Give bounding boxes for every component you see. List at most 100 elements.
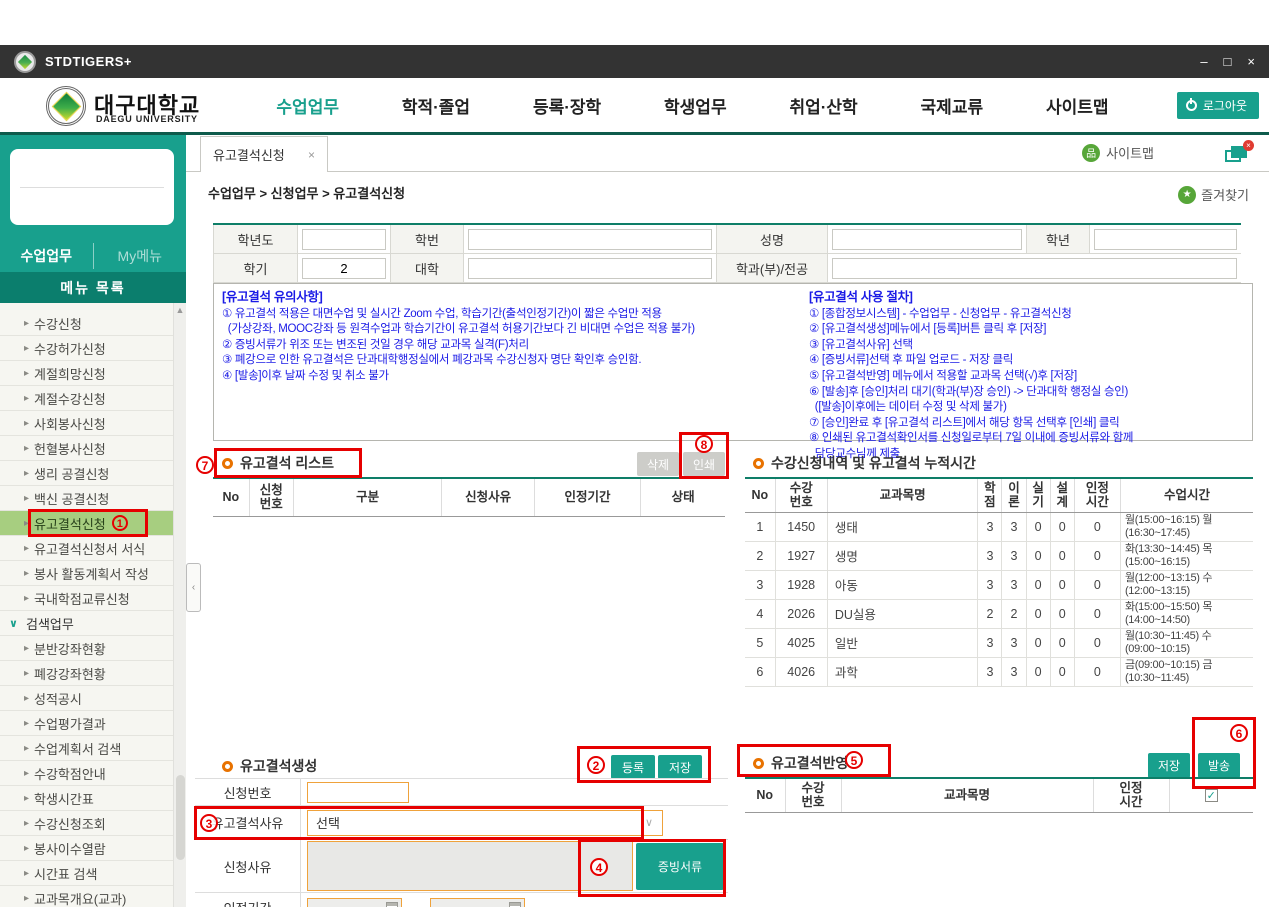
scrollbar-thumb[interactable] bbox=[176, 775, 185, 860]
sidebar-item-헌혈봉사신청[interactable]: ▸헌혈봉사신청 bbox=[0, 436, 186, 461]
name-input[interactable] bbox=[832, 229, 1022, 250]
sidebar-item-수업평가결과[interactable]: ▸수업평가결과 bbox=[0, 711, 186, 736]
sidebar-item-유고결석신청서 서식[interactable]: ▸유고결석신청서 서식 bbox=[0, 536, 186, 561]
table-row[interactable]: 64026과학33000금(09:00~10:15) 금(10:30~11:45… bbox=[745, 657, 1253, 686]
table-row[interactable]: 42026DU실용22000화(15:00~15:50) 목(14:00~14:… bbox=[745, 599, 1253, 628]
attachment-button[interactable]: 증빙서류 bbox=[636, 843, 724, 890]
student-no-input[interactable] bbox=[468, 229, 712, 250]
reason-type-select[interactable]: 선택 ∨ bbox=[307, 810, 663, 836]
tab-absence-application[interactable]: 유고결석신청 × bbox=[200, 136, 328, 172]
sidebar-item-수강허가신청[interactable]: ▸수강허가신청 bbox=[0, 336, 186, 361]
sidebar-item-수업계획서 검색[interactable]: ▸수업계획서 검색 bbox=[0, 736, 186, 761]
triangle-right-icon: ▸ bbox=[24, 768, 29, 779]
scroll-up-arrow[interactable]: ▲ bbox=[174, 305, 186, 315]
absence-list-title: 유고결석 리스트 bbox=[222, 453, 334, 473]
triangle-right-icon: ▸ bbox=[24, 818, 29, 829]
college-input[interactable] bbox=[468, 258, 712, 279]
sidebar-item-유고결석신청[interactable]: ▸유고결석신청1 bbox=[0, 511, 186, 536]
favorite-button[interactable]: ★ 즐겨찾기 bbox=[1178, 185, 1249, 204]
sidebar-item-봉사 활동계획서 작성[interactable]: ▸봉사 활동계획서 작성 bbox=[0, 561, 186, 586]
save-reflection-button[interactable]: 저장 bbox=[1148, 753, 1190, 778]
university-emblem-icon bbox=[46, 86, 86, 126]
cell: 금(09:00~10:15) 금(10:30~11:45) bbox=[1120, 657, 1253, 686]
cell: 0 bbox=[1050, 570, 1074, 599]
period-start-input[interactable] bbox=[307, 898, 402, 907]
maximize-button[interactable]: □ bbox=[1224, 55, 1232, 68]
table-row[interactable]: 21927생명33000화(13:30~14:45) 목(15:00~16:15… bbox=[745, 541, 1253, 570]
annotation-circle-3: 3 bbox=[200, 814, 218, 832]
reason-textarea[interactable] bbox=[307, 841, 633, 891]
sidebar-item-교과목개요(교과)[interactable]: ▸교과목개요(교과) bbox=[0, 886, 186, 907]
sidebar-item-수강학점안내[interactable]: ▸수강학점안내 bbox=[0, 761, 186, 786]
table-row[interactable]: 54025일반33000월(10:30~11:45) 수(09:00~10:15… bbox=[745, 628, 1253, 657]
select-all-checkbox[interactable]: ✓ bbox=[1205, 789, 1218, 802]
register-button[interactable]: 등록 bbox=[611, 755, 655, 779]
sidebar-tab-class-work[interactable]: 수업업무 bbox=[0, 246, 93, 266]
minimize-button[interactable]: – bbox=[1200, 55, 1207, 68]
cell: 0 bbox=[1026, 541, 1050, 570]
annotation-circle-1: 1 bbox=[112, 515, 128, 531]
close-button[interactable]: × bbox=[1247, 55, 1255, 68]
nav-item-국제교류[interactable]: 국제교류 bbox=[921, 93, 984, 118]
send-button[interactable]: 발송 bbox=[1198, 753, 1240, 778]
table-row[interactable]: 11450생태33000월(15:00~16:15) 월(16:30~17:45… bbox=[745, 512, 1253, 541]
sidebar-item-성적공시[interactable]: ▸성적공시 bbox=[0, 686, 186, 711]
print-button[interactable]: 인쇄 bbox=[683, 452, 725, 476]
triangle-right-icon: ▸ bbox=[24, 493, 29, 504]
sidebar-item-봉사이수열람[interactable]: ▸봉사이수열람 bbox=[0, 836, 186, 861]
sidebar-collapse-handle[interactable]: ‹ bbox=[186, 563, 201, 612]
cell: 월(15:00~16:15) 월(16:30~17:45) bbox=[1120, 512, 1253, 541]
sidebar-item-백신 공결신청[interactable]: ▸백신 공결신청 bbox=[0, 486, 186, 511]
save-creation-button[interactable]: 저장 bbox=[658, 755, 702, 779]
cell: 0 bbox=[1050, 657, 1074, 686]
sidebar-item-분반강좌현황[interactable]: ▸분반강좌현황 bbox=[0, 636, 186, 661]
cell: 화(15:00~15:50) 목(14:00~14:50) bbox=[1120, 599, 1253, 628]
sitemap-icon: 品 bbox=[1082, 144, 1100, 162]
cell: 6 bbox=[745, 657, 775, 686]
grade-input[interactable] bbox=[1094, 229, 1237, 250]
tab-label: 유고결석신청 bbox=[213, 145, 285, 164]
sidebar-tab-my-menu[interactable]: My메뉴 bbox=[94, 246, 187, 266]
nav-item-학생업무[interactable]: 학생업무 bbox=[664, 93, 727, 118]
calendar-icon[interactable] bbox=[509, 902, 521, 907]
close-all-tabs-icon[interactable]: × bbox=[1225, 144, 1251, 162]
request-no-input[interactable] bbox=[307, 782, 409, 803]
absence-list-table: No 신청 번호 구분 신청사유 인정기간 상태 bbox=[213, 477, 725, 517]
sidebar-item-국내학점교류신청[interactable]: ▸국내학점교류신청 bbox=[0, 586, 186, 611]
enrollment-title: 수강신청내역 및 유고결석 누적시간 bbox=[753, 453, 976, 473]
sidebar-item-계절수강신청[interactable]: ▸계절수강신청 bbox=[0, 386, 186, 411]
calendar-icon[interactable] bbox=[386, 902, 398, 907]
table-row[interactable]: 31928아동33000월(12:00~13:15) 수(12:00~13:15… bbox=[745, 570, 1253, 599]
logout-button[interactable]: 로그아웃 bbox=[1177, 92, 1259, 119]
sidebar-item-학생시간표[interactable]: ▸학생시간표 bbox=[0, 786, 186, 811]
sidebar-item-계절희망신청[interactable]: ▸계절희망신청 bbox=[0, 361, 186, 386]
creation-title: 유고결석생성 bbox=[222, 756, 317, 776]
triangle-right-icon: ▸ bbox=[24, 718, 29, 729]
nav-item-등록·장학[interactable]: 등록·장학 bbox=[533, 93, 601, 118]
period-end-input[interactable] bbox=[430, 898, 525, 907]
student-no-label: 학번 bbox=[390, 225, 464, 254]
sidebar-item-생리 공결신청[interactable]: ▸생리 공결신청 bbox=[0, 461, 186, 486]
sitemap-link[interactable]: 品 사이트맵 bbox=[1082, 143, 1154, 162]
dept-input[interactable] bbox=[832, 258, 1237, 279]
sidebar-item-사회봉사신청[interactable]: ▸사회봉사신청 bbox=[0, 411, 186, 436]
nav-item-취업·산학[interactable]: 취업·산학 bbox=[789, 93, 857, 118]
cell: 3 bbox=[1002, 628, 1026, 657]
year-input[interactable] bbox=[302, 229, 386, 250]
sidebar-item-수강신청조회[interactable]: ▸수강신청조회 bbox=[0, 811, 186, 836]
tab-close-icon[interactable]: × bbox=[308, 148, 315, 162]
delete-button[interactable]: 삭제 bbox=[637, 452, 679, 476]
triangle-right-icon: ▸ bbox=[24, 518, 29, 529]
sidebar-item-시간표 검색[interactable]: ▸시간표 검색 bbox=[0, 861, 186, 886]
sidebar-item-검색업무[interactable]: ∨검색업무 bbox=[0, 611, 186, 636]
sidebar-scrollbar[interactable]: ▲ bbox=[173, 303, 186, 907]
nav-item-사이트맵[interactable]: 사이트맵 bbox=[1046, 93, 1109, 118]
sidebar-item-수강신청[interactable]: ▸수강신청 bbox=[0, 311, 186, 336]
title-bar: STDTIGERS+ – □ × bbox=[0, 45, 1269, 78]
term-input[interactable] bbox=[302, 258, 386, 279]
sidebar-item-폐강강좌현황[interactable]: ▸폐강강좌현황 bbox=[0, 661, 186, 686]
col-period: 인정기간 bbox=[534, 478, 640, 516]
nav-item-학적·졸업[interactable]: 학적·졸업 bbox=[402, 93, 470, 118]
triangle-right-icon: ▸ bbox=[24, 793, 29, 804]
nav-item-수업업무[interactable]: 수업업무 bbox=[276, 93, 339, 118]
